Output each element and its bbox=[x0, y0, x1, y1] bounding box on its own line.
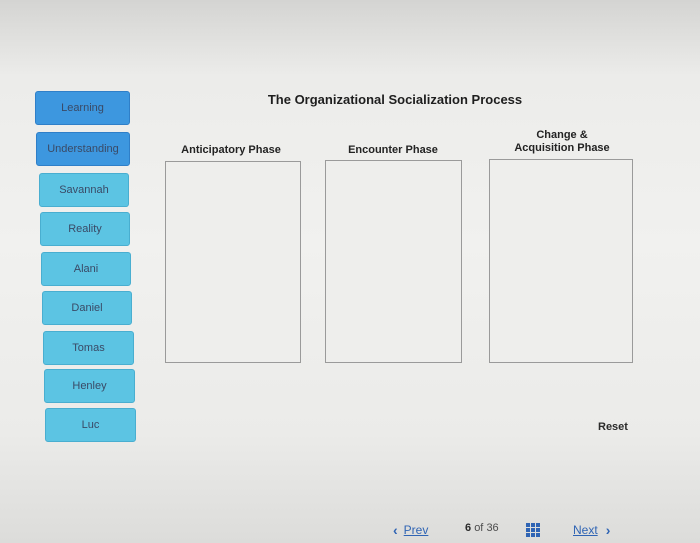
page-current: 6 bbox=[465, 522, 472, 534]
page-total: 36 bbox=[486, 522, 499, 534]
prev-label: Prev bbox=[403, 523, 429, 537]
drag-item-understanding[interactable]: Understanding bbox=[36, 132, 130, 166]
drag-item-luc[interactable]: Luc bbox=[45, 408, 136, 442]
dropzone-encounter-phase[interactable] bbox=[325, 160, 462, 363]
next-button[interactable]: Next › bbox=[573, 522, 610, 538]
drag-item-learning[interactable]: Learning bbox=[35, 91, 130, 125]
drag-item-henley[interactable]: Henley bbox=[44, 369, 135, 403]
chevron-left-icon: ‹ bbox=[393, 522, 398, 538]
next-label: Next bbox=[573, 523, 598, 537]
page-of-label: of bbox=[474, 522, 484, 534]
drag-item-savannah[interactable]: Savannah bbox=[39, 173, 129, 207]
dropzone-anticipatory-phase[interactable] bbox=[165, 161, 301, 363]
page-title: The Organizational Socialization Process bbox=[267, 92, 523, 107]
drag-item-alani[interactable]: Alani bbox=[41, 252, 131, 286]
page-indicator: 6 of 36 bbox=[465, 522, 499, 534]
reset-button[interactable]: Reset bbox=[598, 421, 628, 433]
dropzone-change-acquisition-phase[interactable] bbox=[489, 159, 633, 363]
drag-item-tomas[interactable]: Tomas bbox=[43, 331, 134, 365]
column-header-line: Encounter Phase bbox=[348, 144, 438, 156]
column-header-encounter: Encounter Phase bbox=[326, 144, 460, 157]
chevron-right-icon: › bbox=[605, 522, 611, 538]
column-header-line: Change & bbox=[536, 129, 588, 141]
column-header-change-acquisition: Change & Acquisition Phase bbox=[492, 129, 632, 155]
column-header-line: Acquisition Phase bbox=[514, 142, 610, 154]
grid-icon[interactable] bbox=[526, 523, 540, 537]
drag-item-reality[interactable]: Reality bbox=[40, 212, 130, 246]
drag-item-daniel[interactable]: Daniel bbox=[42, 291, 132, 325]
prev-button[interactable]: ‹ Prev bbox=[393, 522, 428, 538]
column-header-line: Anticipatory Phase bbox=[181, 144, 281, 156]
column-header-anticipatory: Anticipatory Phase bbox=[165, 144, 297, 157]
